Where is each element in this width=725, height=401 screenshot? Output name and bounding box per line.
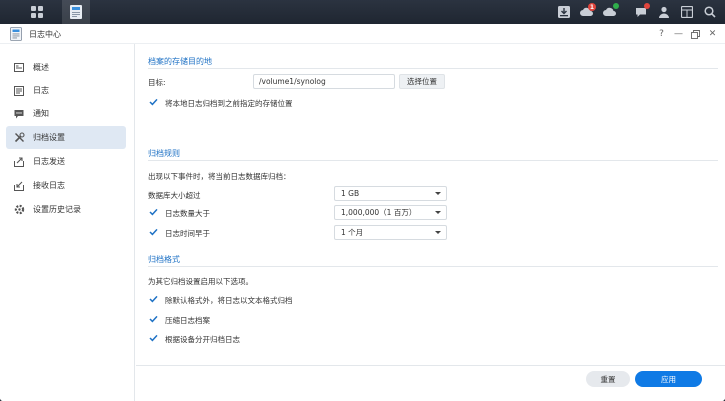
main-menu-button[interactable] bbox=[23, 0, 51, 24]
section-title-destination: 档案的存储目的地 bbox=[148, 57, 212, 66]
minimize-button[interactable]: — bbox=[672, 26, 685, 42]
sidebar-item-receive-logs[interactable]: 接收日志 bbox=[6, 174, 126, 197]
log-count-checkbox[interactable] bbox=[148, 207, 158, 217]
db-size-label: 数据库大小超过 bbox=[148, 191, 201, 200]
section-divider bbox=[148, 266, 718, 267]
sidebar-item-label: 概述 bbox=[33, 63, 49, 72]
sidebar-item-label: 日志发送 bbox=[33, 157, 65, 166]
gear-icon bbox=[12, 204, 26, 215]
tools-icon bbox=[12, 132, 26, 143]
overview-icon bbox=[12, 63, 26, 72]
split-by-device-label: 根据设备分开归档日志 bbox=[165, 335, 240, 344]
section-title-format: 归档格式 bbox=[148, 255, 180, 264]
chevron-down-icon bbox=[435, 192, 441, 195]
checkmark-icon bbox=[148, 295, 158, 303]
chevron-down-icon bbox=[435, 231, 441, 234]
move-logs-checkbox[interactable] bbox=[148, 97, 158, 107]
close-icon: ✕ bbox=[708, 29, 717, 39]
log-time-select[interactable]: 1 个月 bbox=[334, 225, 447, 240]
notification-icon bbox=[12, 109, 26, 119]
sidebar-item-label: 接收日志 bbox=[33, 181, 65, 190]
log-center-app-icon bbox=[10, 27, 22, 41]
chat-badge bbox=[644, 3, 650, 9]
download-tray-button[interactable] bbox=[552, 0, 575, 24]
sidebar-item-settings-history[interactable]: 设置历史记录 bbox=[6, 198, 126, 221]
checkmark-icon bbox=[148, 208, 158, 216]
window-title: 日志中心 bbox=[29, 30, 61, 39]
apply-button[interactable]: 应用 bbox=[635, 371, 702, 387]
chat-button[interactable] bbox=[629, 0, 652, 24]
log-time-label: 日志时间早于 bbox=[165, 229, 210, 238]
sidebar-item-label: 日志 bbox=[33, 86, 49, 95]
minimize-icon: — bbox=[674, 29, 683, 39]
grid-icon bbox=[31, 6, 43, 18]
log-center-window: 日志中心 ? — ✕ 概述 日志 通知 归档设置 日志发送 接收日志 设置历史记… bbox=[0, 24, 725, 401]
user-button[interactable] bbox=[652, 0, 675, 24]
sidebar-item-label: 归档设置 bbox=[33, 133, 65, 142]
search-icon bbox=[703, 6, 716, 18]
reset-button[interactable]: 重置 bbox=[586, 371, 630, 387]
checkmark-icon bbox=[148, 334, 158, 342]
format-description: 为其它归档设置启用以下选项。 bbox=[148, 277, 253, 286]
widgets-icon bbox=[680, 6, 693, 18]
checkmark-icon bbox=[148, 98, 158, 106]
log-count-select[interactable]: 1,000,000（1 百万） bbox=[334, 205, 447, 220]
log-count-label: 日志数量大于 bbox=[165, 209, 210, 218]
section-divider bbox=[148, 160, 718, 161]
log-time-value: 1 个月 bbox=[341, 228, 364, 237]
sidebar-item-label: 通知 bbox=[33, 109, 49, 118]
chevron-down-icon bbox=[435, 211, 441, 214]
restore-button[interactable] bbox=[689, 26, 702, 42]
close-button[interactable]: ✕ bbox=[706, 26, 719, 42]
db-size-value: 1 GB bbox=[341, 189, 360, 198]
log-count-value: 1,000,000（1 百万） bbox=[341, 208, 417, 217]
backup-status-button[interactable]: 1 bbox=[575, 0, 598, 24]
move-logs-label: 将本地日志归档到之前指定的存储位置 bbox=[165, 99, 293, 108]
taskbar-log-center-button[interactable] bbox=[62, 0, 90, 24]
log-time-checkbox[interactable] bbox=[148, 227, 158, 237]
log-icon bbox=[12, 85, 26, 96]
sidebar-item-overview[interactable]: 概述 bbox=[6, 56, 126, 79]
section-divider bbox=[148, 68, 718, 69]
archive-settings-panel: 档案的存储目的地 目标: 选择位置 将本地日志归档到之前指定的存储位置 归档规则… bbox=[136, 44, 725, 401]
download-icon bbox=[557, 6, 570, 18]
help-icon: ? bbox=[659, 29, 664, 39]
sidebar-item-log-sending[interactable]: 日志发送 bbox=[6, 150, 126, 173]
rules-description: 出现以下事件时，将当前日志数据库归档： bbox=[148, 172, 291, 181]
footer-bar: 重置 应用 bbox=[136, 365, 725, 401]
user-icon bbox=[658, 6, 669, 18]
sync-badge bbox=[613, 3, 619, 9]
sidebar-item-archive-settings[interactable]: 归档设置 bbox=[6, 126, 126, 149]
sidebar-item-label: 设置历史记录 bbox=[33, 205, 81, 214]
compress-checkbox[interactable] bbox=[148, 314, 158, 324]
window-titlebar[interactable]: 日志中心 ? — ✕ bbox=[0, 24, 725, 44]
send-icon bbox=[12, 156, 26, 167]
restore-icon bbox=[691, 29, 700, 39]
target-label: 目标: bbox=[148, 78, 166, 87]
sidebar: 概述 日志 通知 归档设置 日志发送 接收日志 设置历史记录 bbox=[0, 44, 135, 401]
choose-location-button[interactable]: 选择位置 bbox=[399, 74, 445, 89]
checkmark-icon bbox=[148, 228, 158, 236]
taskbar: 1 bbox=[0, 0, 725, 24]
receive-icon bbox=[12, 181, 26, 191]
sync-status-button[interactable] bbox=[598, 0, 621, 24]
section-title-rules: 归档规则 bbox=[148, 149, 180, 158]
text-format-label: 除默认格式外，将日志以文本格式归档 bbox=[165, 296, 293, 305]
compress-label: 压缩日志档案 bbox=[165, 316, 210, 325]
log-center-icon bbox=[70, 5, 82, 19]
sidebar-item-notification[interactable]: 通知 bbox=[6, 102, 126, 125]
text-format-checkbox[interactable] bbox=[148, 294, 158, 304]
db-size-select[interactable]: 1 GB bbox=[334, 186, 447, 201]
target-path-input[interactable] bbox=[253, 74, 395, 89]
help-button[interactable]: ? bbox=[655, 26, 668, 42]
widgets-button[interactable] bbox=[675, 0, 698, 24]
checkmark-icon bbox=[148, 315, 158, 323]
split-by-device-checkbox[interactable] bbox=[148, 333, 158, 343]
search-button[interactable] bbox=[698, 0, 721, 24]
sidebar-item-log[interactable]: 日志 bbox=[6, 79, 126, 102]
alert-badge: 1 bbox=[588, 3, 596, 11]
